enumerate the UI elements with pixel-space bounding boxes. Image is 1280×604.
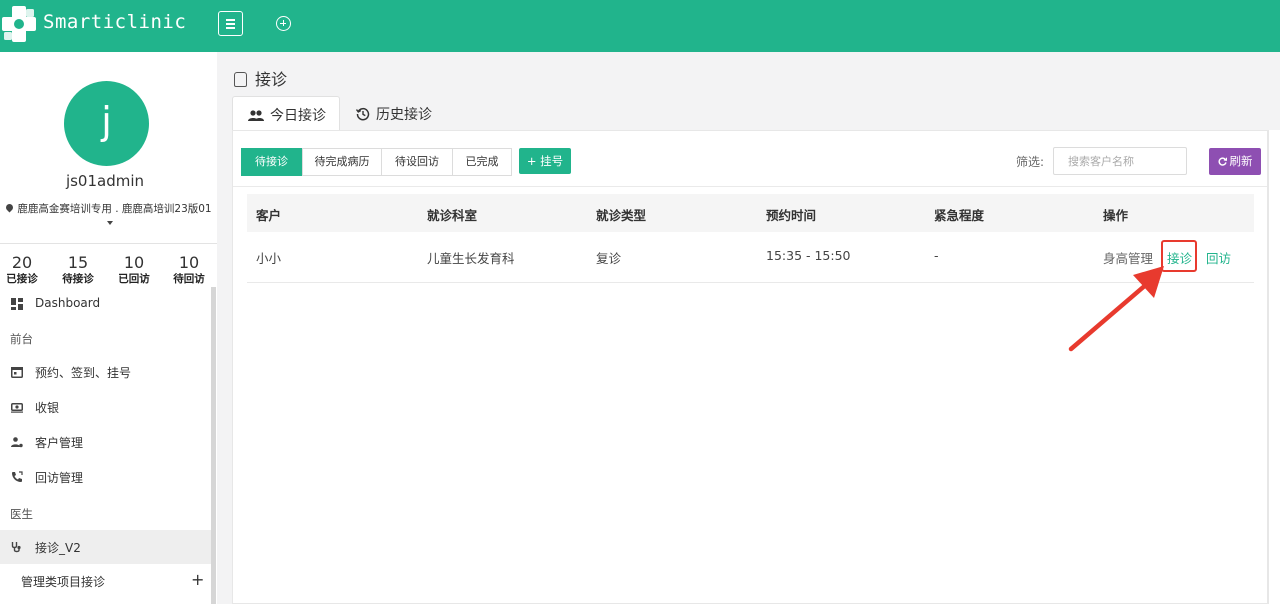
divider	[0, 243, 217, 244]
username: js01admin	[65, 172, 145, 190]
cell-customer: 小小	[256, 251, 282, 266]
cell-time: 15:35 - 15:50	[766, 248, 851, 263]
user-settings-icon	[11, 437, 23, 448]
expand-plus-icon[interactable]: +	[191, 570, 204, 589]
column-header: 就诊类型	[596, 208, 647, 223]
stat-label: 待回访	[173, 273, 205, 285]
location-pin-icon	[4, 202, 15, 213]
nav-section-front: 前台	[10, 332, 33, 346]
refresh-icon	[1217, 157, 1227, 166]
stat-label: 待接诊	[62, 273, 94, 285]
sidebar-item-customers[interactable]: 客户管理	[0, 425, 211, 459]
stat-waiting[interactable]: 15 待接诊	[53, 253, 103, 286]
cell-department: 儿童生长发育科	[427, 251, 515, 266]
column-header: 紧急程度	[934, 208, 985, 223]
nav-section-doctor: 医生	[10, 507, 33, 521]
refresh-label: 刷新	[1229, 154, 1253, 168]
sidebar-item-label: 管理类项目接诊	[21, 575, 106, 589]
column-header: 预约时间	[766, 208, 817, 223]
page-title: 接诊	[234, 66, 287, 90]
refresh-button[interactable]: 刷新	[1209, 148, 1261, 175]
stat-received[interactable]: 20 已接诊	[0, 253, 47, 286]
sidebar-item-appointments[interactable]: 预约、签到、挂号	[0, 355, 211, 389]
sidebar-item-label: 收银	[35, 401, 60, 415]
history-icon	[356, 107, 370, 121]
filter-label: 筛选:	[1016, 155, 1045, 169]
sidebar-item-cashier[interactable]: 收银	[0, 390, 211, 424]
filter-pending-reception[interactable]: 待接诊	[241, 148, 302, 176]
clinic-selector[interactable]: 鹿鹿高金赛培训专用 . 鹿鹿高培训23版01	[4, 202, 212, 232]
column-header: 客户	[256, 208, 282, 223]
clinic-name: 鹿鹿高金赛培训专用 . 鹿鹿高培训23版01	[17, 203, 212, 215]
sidebar-item-label: 接诊_V2	[35, 541, 81, 555]
stat-value: 10	[123, 253, 145, 272]
tab-label: 历史接诊	[376, 107, 432, 123]
divider	[233, 186, 1267, 187]
stat-label: 已接诊	[6, 273, 38, 285]
phone-callback-icon	[12, 471, 23, 482]
stat-value: 20	[11, 253, 33, 272]
stat-label: 已回访	[118, 273, 150, 285]
cash-icon	[11, 403, 23, 413]
sidebar-item-label: 回访管理	[35, 471, 84, 485]
filter-pending-records[interactable]: 待完成病历	[302, 148, 382, 176]
sidebar-item-management-reception[interactable]: 管理类项目接诊 +	[0, 566, 211, 596]
filter-completed[interactable]: 已完成	[452, 148, 512, 176]
stat-to-follow[interactable]: 10 待回访	[164, 253, 214, 286]
people-icon	[248, 110, 264, 121]
caret-down-icon	[107, 221, 113, 225]
logo-icon	[2, 6, 36, 42]
stat-value: 15	[67, 253, 89, 272]
sidebar: j js01admin 鹿鹿高金赛培训专用 . 鹿鹿高培训23版01 20 已接…	[0, 52, 217, 604]
sidebar-item-label: 客户管理	[35, 436, 84, 450]
tab-label: 今日接诊	[270, 108, 326, 124]
avatar[interactable]: j	[64, 81, 149, 166]
sidebar-item-label: 预约、签到、挂号	[35, 366, 132, 380]
tab-today-reception[interactable]: 今日接诊	[232, 96, 340, 131]
table-header: 客户 就诊科室 就诊类型 预约时间 紧急程度 操作	[247, 194, 1254, 232]
cell-urgency: -	[934, 248, 939, 263]
stat-followed[interactable]: 10 已回访	[109, 253, 159, 286]
top-bar: Smarticlinic	[0, 0, 1280, 52]
page-title-text: 接诊	[255, 70, 288, 89]
menu-toggle-button[interactable]	[218, 11, 243, 36]
calendar-icon	[11, 367, 23, 378]
search-customer-input[interactable]	[1053, 147, 1187, 175]
sidebar-item-dashboard[interactable]: Dashboard	[0, 287, 211, 321]
stethoscope-icon	[11, 542, 21, 553]
sidebar-item-followup[interactable]: 回访管理	[0, 460, 211, 494]
panel-edge	[1268, 130, 1280, 604]
filter-pending-followup[interactable]: 待设回访	[381, 148, 453, 176]
column-header: 就诊科室	[427, 208, 478, 223]
column-header: 操作	[1103, 208, 1129, 223]
followup-link[interactable]: 回访	[1206, 248, 1231, 267]
stat-value: 10	[178, 253, 200, 272]
register-button[interactable]: + 挂号	[519, 148, 571, 174]
add-circle-icon[interactable]	[276, 16, 291, 31]
annotation-arrow-icon	[1068, 266, 1164, 352]
dashboard-icon	[11, 298, 23, 310]
sidebar-item-reception-v2[interactable]: 接诊_V2	[0, 530, 211, 564]
tab-history-reception[interactable]: 历史接诊	[356, 96, 466, 131]
sidebar-scrollbar[interactable]	[211, 287, 216, 604]
doctor-icon	[234, 72, 247, 87]
brand-name: Smarticlinic	[43, 11, 187, 33]
sidebar-item-label: Dashboard	[35, 296, 101, 310]
cell-visit-type: 复诊	[596, 251, 622, 266]
